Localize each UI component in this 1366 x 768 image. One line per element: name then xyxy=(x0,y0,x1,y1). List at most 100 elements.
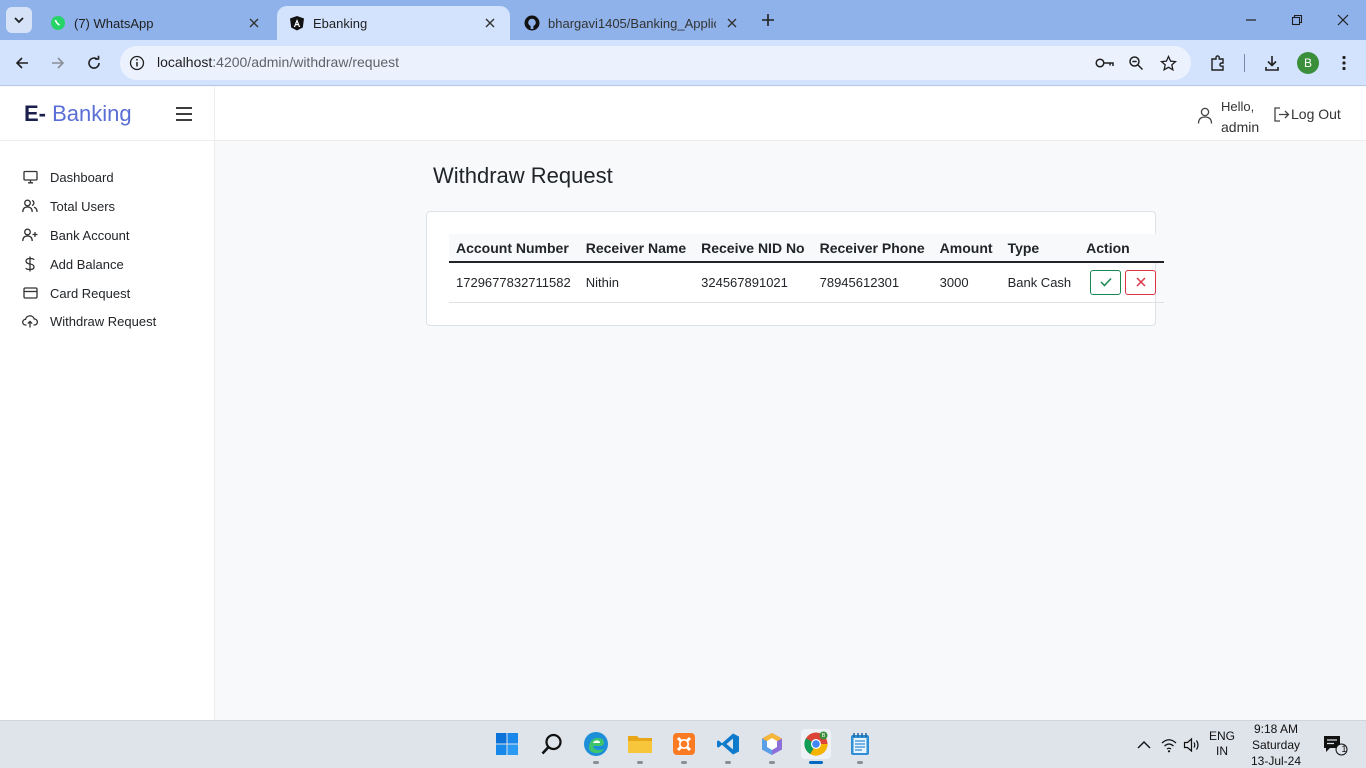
sidebar-item-label: Withdraw Request xyxy=(50,313,157,329)
column-header: Receiver Name xyxy=(578,234,695,263)
column-header: Action xyxy=(1079,234,1165,263)
sidebar: Dashboard Total Users Bank Account Add B… xyxy=(0,141,215,721)
address-bar[interactable]: localhost:4200/admin/withdraw/request xyxy=(120,46,1191,80)
sidebar-item-label: Bank Account xyxy=(50,227,130,243)
running-indicator xyxy=(725,761,731,764)
system-clock[interactable]: 9:18 AM Saturday 13-Jul-24 xyxy=(1248,721,1304,768)
tab-whatsapp[interactable]: (7) WhatsApp xyxy=(38,6,274,40)
sidebar-toggle-button[interactable] xyxy=(174,104,194,124)
puzzle-icon xyxy=(1211,55,1224,71)
tab-search-button[interactable] xyxy=(6,7,32,33)
chrome-menu-button[interactable] xyxy=(1332,51,1356,75)
tab-github[interactable]: bhargavi1405/Banking_Applicat xyxy=(512,6,752,40)
input-language-indicator[interactable]: ENG IN xyxy=(1208,729,1236,759)
site-info-icon[interactable] xyxy=(128,54,146,72)
close-icon[interactable] xyxy=(246,15,262,31)
action-cell xyxy=(1079,262,1165,303)
extensions-button[interactable] xyxy=(1206,51,1230,75)
sidebar-item-label: Add Balance xyxy=(50,256,124,272)
download-icon xyxy=(1265,56,1279,71)
restore-icon xyxy=(1291,14,1303,26)
close-window-button[interactable] xyxy=(1331,8,1355,32)
edge-icon xyxy=(584,732,608,756)
nid-cell: 324567891021 xyxy=(694,262,813,303)
running-indicator xyxy=(681,761,687,764)
reload-button[interactable] xyxy=(82,51,106,75)
chrome-icon: B xyxy=(804,731,828,756)
clock-day: Saturday xyxy=(1251,738,1301,752)
downloads-button[interactable] xyxy=(1260,51,1284,75)
taskbar-file-explorer[interactable] xyxy=(625,729,655,764)
network-icon[interactable] xyxy=(1160,737,1178,753)
taskbar-xampp[interactable] xyxy=(669,729,699,764)
column-header: Account Number xyxy=(449,234,579,263)
back-button[interactable] xyxy=(10,51,34,75)
minimize-button[interactable] xyxy=(1239,8,1263,32)
volume-icon[interactable] xyxy=(1183,737,1201,753)
arrow-right-icon xyxy=(52,57,65,69)
tab-ebanking[interactable]: Ebanking xyxy=(277,6,510,40)
close-icon[interactable] xyxy=(482,15,498,31)
close-icon[interactable] xyxy=(724,15,740,31)
reject-button[interactable] xyxy=(1125,269,1157,295)
search-icon xyxy=(541,733,562,755)
bookmark-star-icon[interactable] xyxy=(1159,54,1177,72)
windows-logo-icon xyxy=(496,733,518,755)
column-header: Type xyxy=(1000,234,1080,263)
region-code: IN xyxy=(1216,744,1228,758)
logout-label: Log Out xyxy=(1291,106,1341,122)
browser-tab-strip: (7) WhatsApp Ebanking bhargavi1405/Banki… xyxy=(0,0,1366,40)
chevron-down-icon xyxy=(14,17,24,24)
sidebar-item-dashboard[interactable]: Dashboard xyxy=(22,166,114,188)
user-icon xyxy=(1196,106,1214,124)
start-button[interactable] xyxy=(492,729,522,759)
approve-button[interactable] xyxy=(1090,269,1122,295)
whatsapp-icon xyxy=(50,15,66,31)
taskbar-app-hexagon[interactable] xyxy=(757,729,787,764)
sidebar-item-label: Card Request xyxy=(50,285,131,301)
taskbar-search-button[interactable] xyxy=(537,729,567,759)
account-number-cell: 1729677832711582 xyxy=(449,262,579,303)
brand-logo[interactable]: E- Banking xyxy=(24,101,132,127)
cloud-upload-icon xyxy=(22,313,38,329)
type-cell: Bank Cash xyxy=(1000,262,1080,303)
sidebar-item-label: Total Users xyxy=(50,198,116,214)
zoom-icon[interactable] xyxy=(1127,54,1145,72)
sidebar-item-add-balance[interactable]: Add Balance xyxy=(22,253,124,275)
withdraw-request-card: Account Number Receiver Name Receive NID… xyxy=(426,211,1165,326)
page-title: Withdraw Request xyxy=(433,163,613,188)
app-header: E- Banking Hello, admin Log Out xyxy=(0,87,1366,141)
sidebar-item-card-request[interactable]: Card Request xyxy=(22,282,130,304)
logout-icon xyxy=(1272,105,1290,123)
url-text: localhost:4200/admin/withdraw/request xyxy=(157,54,399,70)
amount-cell: 3000 xyxy=(932,262,1001,303)
sidebar-item-bank-account[interactable]: Bank Account xyxy=(22,224,130,246)
show-hidden-icons-button[interactable] xyxy=(1135,737,1153,753)
taskbar-edge[interactable] xyxy=(581,729,611,764)
new-tab-button[interactable] xyxy=(758,10,778,30)
taskbar-chrome[interactable]: B xyxy=(801,729,831,764)
running-indicator xyxy=(809,761,823,764)
profile-avatar[interactable]: B xyxy=(1297,52,1319,74)
tab-title: (7) WhatsApp xyxy=(74,15,154,31)
withdraw-request-table: Account Number Receiver Name Receive NID… xyxy=(449,234,1165,303)
restore-button[interactable] xyxy=(1285,8,1309,32)
table-row: 1729677832711582 Nithin 324567891021 789… xyxy=(449,262,1165,303)
receiver-name-cell: Nithin xyxy=(578,262,695,303)
password-key-icon[interactable] xyxy=(1094,54,1116,72)
running-indicator xyxy=(593,761,599,764)
clock-date: 13-Jul-24 xyxy=(1250,754,1302,768)
sidebar-item-withdraw-request[interactable]: Withdraw Request xyxy=(22,310,156,332)
windows-taskbar: B ENG IN 9:18 AM Saturday 13-Jul-24 1 xyxy=(0,720,1366,768)
taskbar-notepad[interactable] xyxy=(845,729,875,764)
sidebar-item-total-users[interactable]: Total Users xyxy=(22,195,115,217)
forward-button[interactable] xyxy=(46,51,70,75)
dollar-icon xyxy=(22,256,38,272)
logout-link[interactable]: Log Out xyxy=(1272,105,1341,123)
tab-title: Ebanking xyxy=(313,15,368,31)
url-path: :4200/admin/withdraw/request xyxy=(212,54,400,70)
folder-icon xyxy=(628,736,652,753)
header-divider xyxy=(214,87,215,141)
notification-center-button[interactable]: 1 xyxy=(1322,734,1348,756)
taskbar-vscode[interactable] xyxy=(713,729,743,764)
